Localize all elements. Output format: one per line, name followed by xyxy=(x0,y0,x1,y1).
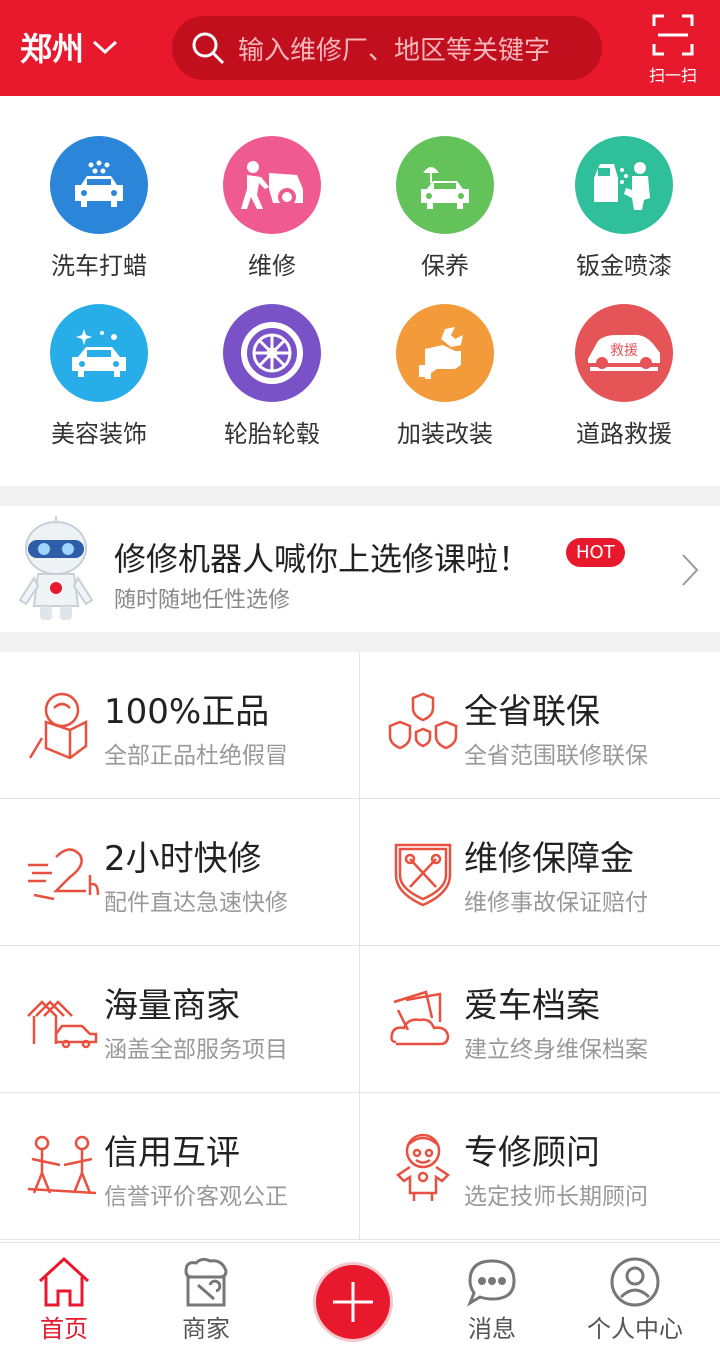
shields-icon xyxy=(388,692,458,750)
feature-title: 2小时快修 xyxy=(104,839,262,879)
category-modify[interactable]: 加装改装 xyxy=(360,304,530,464)
feature-grid: 100%正品 全部正品杜绝假冒 全省联保 全省范围联修联保 2小时快修 配件直达… xyxy=(0,652,720,1242)
category-label: 道路救援 xyxy=(576,420,672,448)
feature-merchants[interactable]: 海量商家 涵盖全部服务项目 xyxy=(0,946,360,1093)
plus-icon xyxy=(333,1282,373,1322)
add-button[interactable] xyxy=(316,1265,390,1339)
user-icon xyxy=(610,1257,660,1307)
search-input[interactable]: 输入维修厂、地区等关键字 xyxy=(172,16,602,80)
category-car-wash[interactable]: 洗车打蜡 xyxy=(14,136,184,296)
feature-title: 全省联保 xyxy=(464,692,600,732)
feature-subtitle: 信誉评价客观公正 xyxy=(104,1184,288,1210)
feature-title: 100%正品 xyxy=(104,692,270,732)
chevron-down-icon xyxy=(93,40,118,55)
promo-banner[interactable]: 修修机器人喊你上选修课啦！ HOT 随时随地任性选修 xyxy=(0,506,720,632)
maintenance-icon xyxy=(396,136,494,234)
nav-home[interactable]: 首页 xyxy=(4,1257,124,1344)
repair-icon xyxy=(223,136,321,234)
scan-label: 扫一扫 xyxy=(648,66,697,85)
feature-title: 海量商家 xyxy=(104,986,240,1026)
shop-icon xyxy=(184,1257,228,1307)
feature-province-warranty[interactable]: 全省联保 全省范围联修联保 xyxy=(360,652,720,799)
home-icon xyxy=(38,1257,90,1307)
nav-label: 个人中心 xyxy=(587,1315,683,1343)
nav-profile[interactable]: 个人中心 xyxy=(575,1257,695,1344)
feature-title: 维修保障金 xyxy=(464,839,634,879)
scan-icon xyxy=(652,14,694,56)
rescue-badge-text: 救援 xyxy=(610,343,638,359)
feature-fast-repair[interactable]: 2小时快修 配件直达急速快修 xyxy=(0,799,360,946)
category-repair[interactable]: 维修 xyxy=(187,136,357,296)
feature-car-archive[interactable]: 爱车档案 建立终身维保档案 xyxy=(360,946,720,1093)
guarantee-icon xyxy=(394,843,452,907)
feature-subtitle: 全部正品杜绝假冒 xyxy=(104,743,288,769)
nav-label: 首页 xyxy=(40,1315,88,1343)
feature-guarantee-fund[interactable]: 维修保障金 维修事故保证赔付 xyxy=(360,799,720,946)
car-wash-icon xyxy=(50,136,148,234)
category-label: 加装改装 xyxy=(397,420,493,448)
robot-mascot-icon xyxy=(18,516,94,620)
merchants-icon xyxy=(27,1000,98,1049)
modify-icon xyxy=(396,304,494,402)
feature-subtitle: 维修事故保证赔付 xyxy=(464,890,648,916)
feature-advisor[interactable]: 专修顾问 选定技师长期顾问 xyxy=(360,1093,720,1240)
feature-title: 专修顾问 xyxy=(464,1133,600,1173)
search-icon xyxy=(192,32,225,65)
nav-merchants[interactable]: 商家 xyxy=(146,1257,266,1344)
category-label: 钣金喷漆 xyxy=(576,252,672,280)
credit-icon xyxy=(27,1135,97,1195)
service-categories: 洗车打蜡 维修 保养 钣金喷漆 美容装饰 轮胎轮毂 加装改装 救援 道路救援 xyxy=(0,96,720,486)
nav-label: 商家 xyxy=(182,1315,230,1343)
scan-button[interactable]: 扫一扫 xyxy=(640,14,706,86)
category-maintenance[interactable]: 保养 xyxy=(360,136,530,296)
category-label: 洗车打蜡 xyxy=(51,252,147,280)
genuine-icon xyxy=(28,692,88,760)
category-label: 保养 xyxy=(421,252,469,280)
feature-credit-review[interactable]: 信用互评 信誉评价客观公正 xyxy=(0,1093,360,1240)
search-placeholder: 输入维修厂、地区等关键字 xyxy=(238,35,551,66)
feature-title: 信用互评 xyxy=(104,1133,240,1173)
feature-subtitle: 选定技师长期顾问 xyxy=(464,1184,648,1210)
tire-icon xyxy=(223,304,321,402)
category-beauty[interactable]: 美容装饰 xyxy=(14,304,184,464)
feature-genuine[interactable]: 100%正品 全部正品杜绝假冒 xyxy=(0,652,360,799)
category-paint[interactable]: 钣金喷漆 xyxy=(539,136,709,296)
feature-subtitle: 配件直达急速快修 xyxy=(104,890,288,916)
advisor-icon xyxy=(396,1133,450,1201)
bottom-nav: 首页 商家 消息 个人中心 xyxy=(0,1242,720,1363)
app-root: 郑州 输入维修厂、地区等关键字 扫一扫 洗车打蜡 维修 保养 钣金喷漆 美容装饰… xyxy=(0,0,720,1363)
beauty-icon xyxy=(50,304,148,402)
paint-icon xyxy=(575,136,673,234)
message-icon xyxy=(466,1259,516,1307)
feature-subtitle: 全省范围联修联保 xyxy=(464,743,648,769)
feature-title: 爱车档案 xyxy=(464,986,600,1026)
promo-title: 修修机器人喊你上选修课啦！ xyxy=(114,540,531,578)
hot-badge: HOT xyxy=(566,538,625,567)
archive-icon xyxy=(390,990,450,1046)
feature-subtitle: 建立终身维保档案 xyxy=(464,1037,648,1063)
category-label: 美容装饰 xyxy=(51,420,147,448)
fast-repair-icon xyxy=(28,848,100,901)
city-selector[interactable]: 郑州 xyxy=(20,24,118,70)
promo-subtitle: 随时随地任性选修 xyxy=(114,588,291,613)
category-label: 维修 xyxy=(248,252,296,280)
category-label: 轮胎轮毂 xyxy=(224,420,320,448)
category-tire[interactable]: 轮胎轮毂 xyxy=(187,304,357,464)
nav-label: 消息 xyxy=(468,1315,516,1343)
feature-subtitle: 涵盖全部服务项目 xyxy=(104,1037,288,1063)
top-bar: 郑州 输入维修厂、地区等关键字 扫一扫 xyxy=(0,0,720,96)
city-name: 郑州 xyxy=(20,30,85,68)
rescue-icon: 救援 xyxy=(575,304,673,402)
nav-messages[interactable]: 消息 xyxy=(432,1257,552,1344)
chevron-right-icon xyxy=(682,554,699,586)
category-rescue[interactable]: 救援 道路救援 xyxy=(539,304,709,464)
